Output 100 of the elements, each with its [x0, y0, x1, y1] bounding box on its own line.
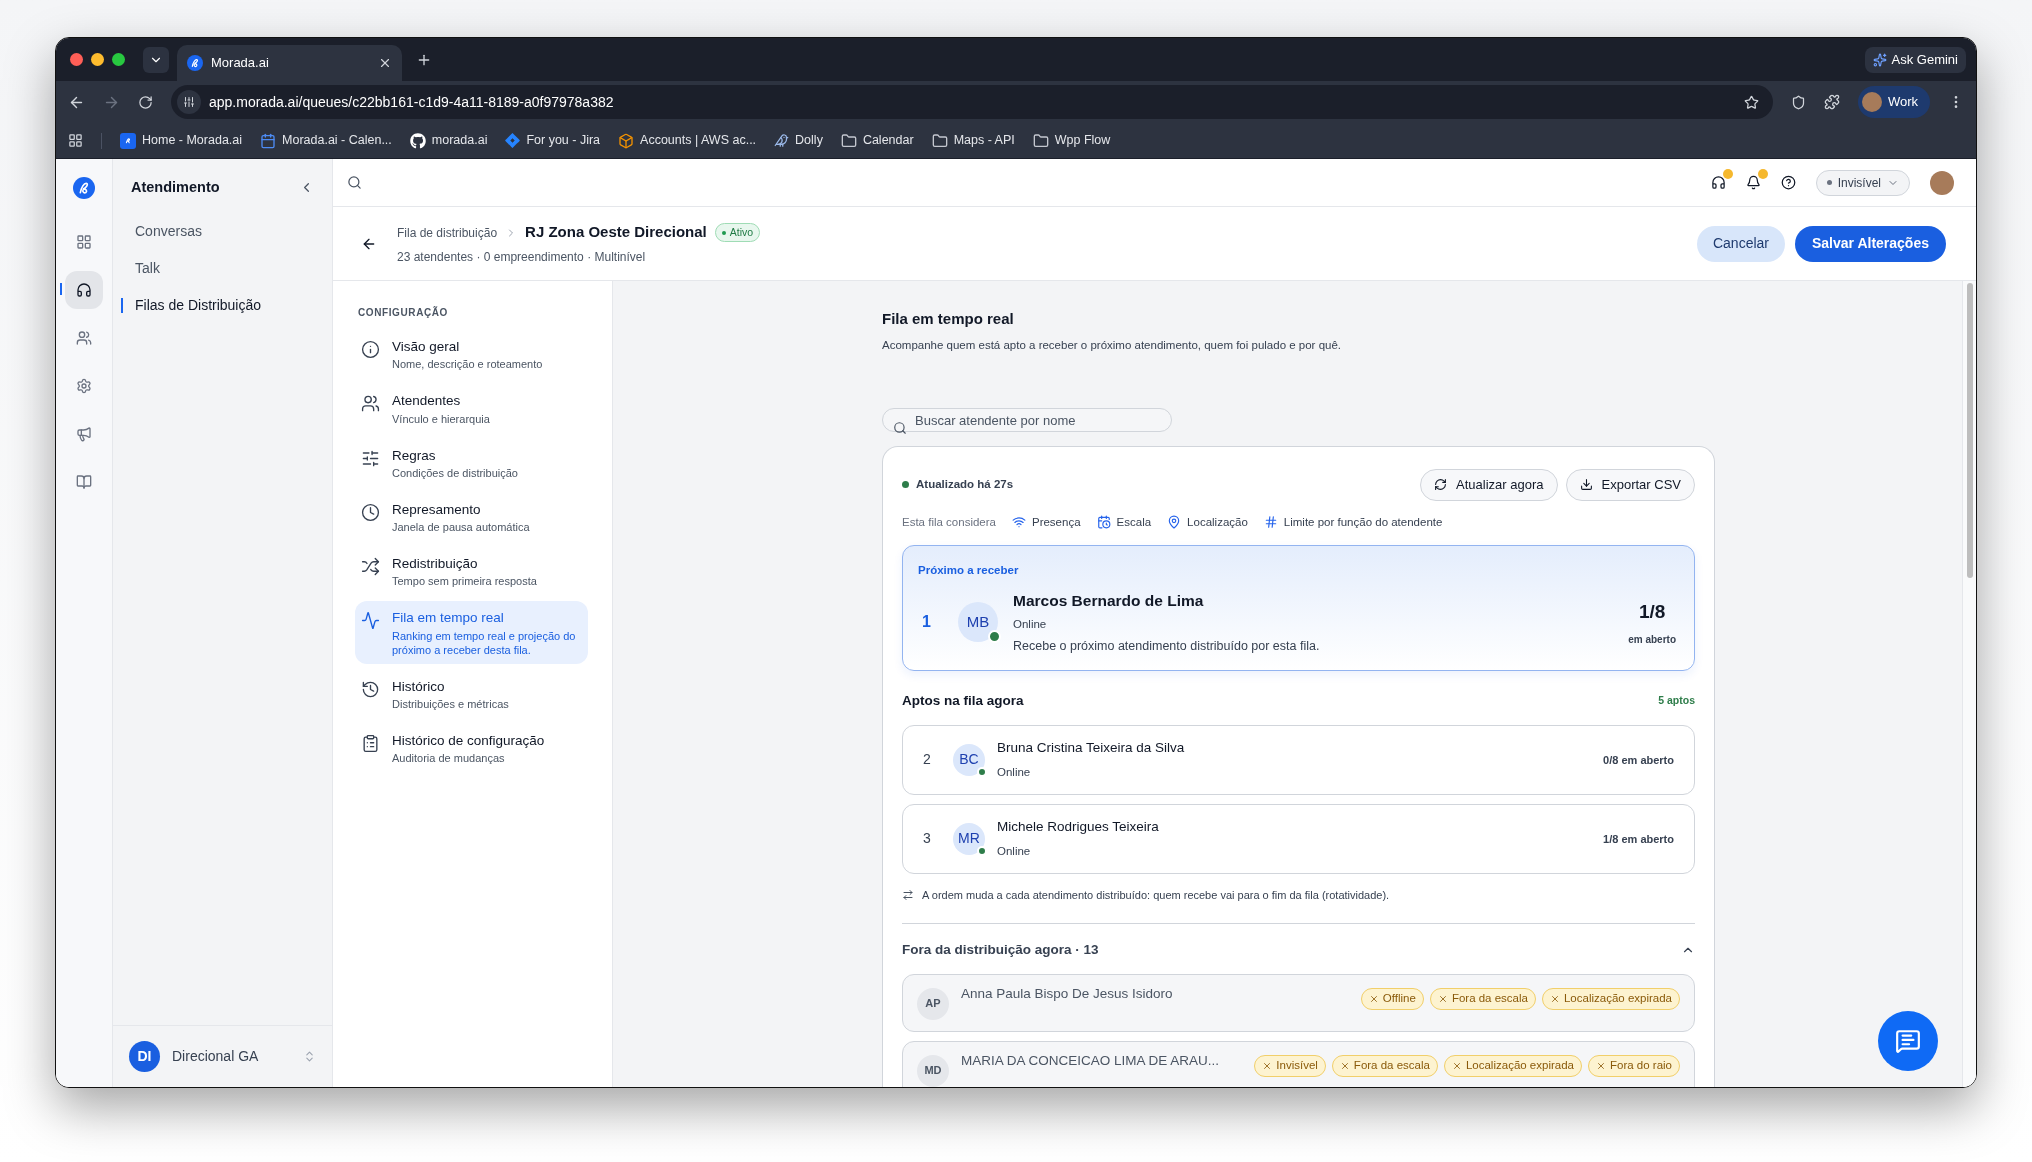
chat-button[interactable]: [1878, 1011, 1938, 1071]
page-title: RJ Zona Oeste Direcional: [525, 222, 707, 243]
config-nav-item[interactable]: Regras Condições de distribuição: [355, 438, 588, 487]
bookmark[interactable]: For you - Jira: [505, 131, 601, 150]
calendar-icon: [1096, 515, 1111, 530]
scrollbar-thumb[interactable]: [1966, 283, 1973, 578]
settings-icon: [76, 378, 92, 394]
agent-note: Recebe o próximo atendimento distribuído por esta fila.: [1013, 637, 1321, 655]
rail-button[interactable]: [65, 271, 103, 309]
agent-name: Bruna Cristina Teixeira da Silva: [997, 739, 1186, 757]
agent-row[interactable]: 3 MR Michele Rodrigues Teixeira Online 1/8 em aberto: [902, 803, 1695, 874]
config-nav-item[interactable]: Visão geral Nome, descrição e roteamento: [355, 330, 588, 379]
breadcrumb-link[interactable]: Fila de distribuição: [397, 223, 498, 242]
export-button[interactable]: Exportar CSV: [1565, 468, 1695, 501]
agent-name: Michele Rodrigues Teixeira: [997, 818, 1160, 836]
factor-label: Escala: [1116, 514, 1152, 530]
bookmark[interactable]: Accounts | AWS ac...: [618, 131, 757, 150]
nav-item-title: Represamento: [392, 500, 482, 519]
tab-list-button[interactable]: [143, 46, 169, 73]
avatar: MB: [958, 602, 998, 643]
sidebar-item[interactable]: Filas de Distribuição: [135, 294, 262, 316]
nav-item-title: Redistribuição: [392, 555, 479, 573]
bookmark[interactable]: Morada.ai - Calen...: [260, 131, 392, 150]
bookmark-star-icon[interactable]: [1743, 94, 1759, 110]
apps-icon[interactable]: [68, 133, 83, 148]
cancel-button[interactable]: Cancelar: [1696, 225, 1785, 262]
page-subtitle: 23 atendentes · 0 empreendimento · Multinível: [397, 248, 647, 266]
reason-tag: Fora do raio: [1588, 1054, 1680, 1077]
config-nav-item[interactable]: Histórico Distribuições e métricas: [355, 669, 588, 718]
status-dropdown[interactable]: Invisível: [1815, 169, 1910, 196]
bookmark[interactable]: Wpp Flow: [1032, 131, 1111, 150]
sparkle-icon: [1872, 52, 1887, 67]
ask-gemini-button[interactable]: Ask Gemini: [1864, 46, 1966, 73]
close-window-button[interactable]: [70, 53, 83, 66]
logo-icon: [187, 55, 203, 71]
org-avatar: DI: [129, 1041, 160, 1072]
search-icon[interactable]: [347, 175, 362, 190]
nav-item-subtitle: Ranking em tempo real e projeção do próximo a receber desta fila.: [392, 628, 577, 657]
site-info-icon[interactable]: [183, 96, 195, 108]
nav-item-subtitle: Condições de distribuição: [392, 465, 518, 480]
queue-position: 2: [923, 750, 932, 770]
agent-name: MARIA DA CONCEICAO LIMA DE ARAU...: [961, 1051, 1221, 1070]
search-icon: [893, 420, 907, 435]
minimize-window-button[interactable]: [91, 53, 104, 66]
search-field[interactable]: Buscar atendente por nome: [882, 408, 1172, 433]
save-button[interactable]: Salvar Alterações: [1795, 225, 1946, 262]
swap-icon: [902, 889, 914, 901]
headset-icon[interactable]: [1710, 175, 1726, 190]
folder-icon: [840, 132, 857, 149]
wifi-icon: [1011, 515, 1026, 530]
nav-item-subtitle: Janela de pausa automática: [392, 520, 530, 534]
section-label: CONFIGURAÇÃO: [357, 305, 449, 320]
sidebar-item[interactable]: Talk: [135, 257, 160, 279]
avatar: MD: [917, 1054, 949, 1087]
info-icon: [361, 340, 380, 359]
bookmark[interactable]: morada.ai: [409, 131, 488, 150]
github-icon: [409, 132, 426, 149]
nav-item-subtitle: Nome, descrição e roteamento: [392, 357, 543, 372]
download-icon: [1579, 478, 1593, 492]
config-nav-item[interactable]: Atendentes Vínculo e hierarquia: [355, 384, 588, 433]
agent-row[interactable]: MD MARIA DA CONCEICAO LIMA DE ARAU... Invisível Fora da escala Localização expirada Fora do raio: [902, 1040, 1695, 1087]
refresh-button[interactable]: Atualizar agora: [1420, 468, 1558, 501]
close-tab-icon[interactable]: [378, 56, 392, 70]
sidebar-item[interactable]: Conversas: [135, 220, 202, 242]
maximize-window-button[interactable]: [112, 53, 125, 66]
section-description: Acompanhe quem está apto a receber o próximo atendimento, quem foi pulado e por quê.: [882, 337, 1342, 353]
considers-label: Esta fila considera: [902, 514, 996, 530]
config-nav-item[interactable]: Redistribuição Tempo sem primeira resposta: [355, 547, 588, 596]
folder-icon: [1032, 132, 1049, 149]
extensions-icon[interactable]: [1823, 94, 1840, 110]
shield-icon[interactable]: [1790, 94, 1806, 110]
reload-icon[interactable]: [138, 94, 153, 110]
config-nav-item[interactable]: Fila em tempo real Ranking em tempo real e projeção do próximo a receber desta fila.: [355, 601, 588, 664]
chat-icon: [1895, 1028, 1921, 1054]
config-nav-item[interactable]: Represamento Janela de pausa automática: [355, 492, 588, 541]
nav-item-title: Histórico: [392, 677, 446, 696]
agent-row[interactable]: AP Anna Paula Bispo De Jesus Isidoro Offline Fora da escala Localização expirada: [902, 973, 1695, 1032]
browser-tab[interactable]: Morada.ai: [177, 45, 402, 81]
avatar: BC: [953, 743, 985, 776]
bookmark[interactable]: Home - Morada.ai: [120, 131, 243, 150]
help-icon[interactable]: [1780, 175, 1796, 190]
notifications-icon[interactable]: [1745, 175, 1761, 190]
bookmark[interactable]: Dolly: [774, 131, 823, 150]
load-label: 0/8 em aberto: [1603, 752, 1674, 768]
config-nav-item[interactable]: Histórico de configuração Auditoria de mudanças: [355, 723, 588, 772]
reason-tag: Invisível: [1254, 1054, 1326, 1077]
reason-tag: Localização expirada: [1541, 987, 1680, 1010]
close-icon: [1368, 993, 1379, 1004]
bookmark[interactable]: Calendar: [840, 131, 914, 150]
profile-button[interactable]: Work: [1857, 86, 1930, 118]
bookmark[interactable]: Maps - API: [931, 131, 1015, 150]
switch-org-icon[interactable]: [303, 1050, 316, 1063]
nav-item-title: Regras: [392, 446, 437, 465]
list-heading: Fora da distribuição agora · 13: [902, 941, 1099, 960]
user-avatar[interactable]: [1930, 170, 1954, 195]
agent-status: Online: [997, 844, 1032, 860]
alert-badge: [1722, 169, 1733, 179]
card-label: Próximo a receber: [918, 563, 1020, 578]
address-bar[interactable]: app.morada.ai/queues/c22bb161-c1d9-4a11-8189-a0f97978a382: [171, 85, 1773, 119]
agent-row[interactable]: 2 BC Bruna Cristina Teixeira da Silva Online 0/8 em aberto: [902, 724, 1695, 795]
